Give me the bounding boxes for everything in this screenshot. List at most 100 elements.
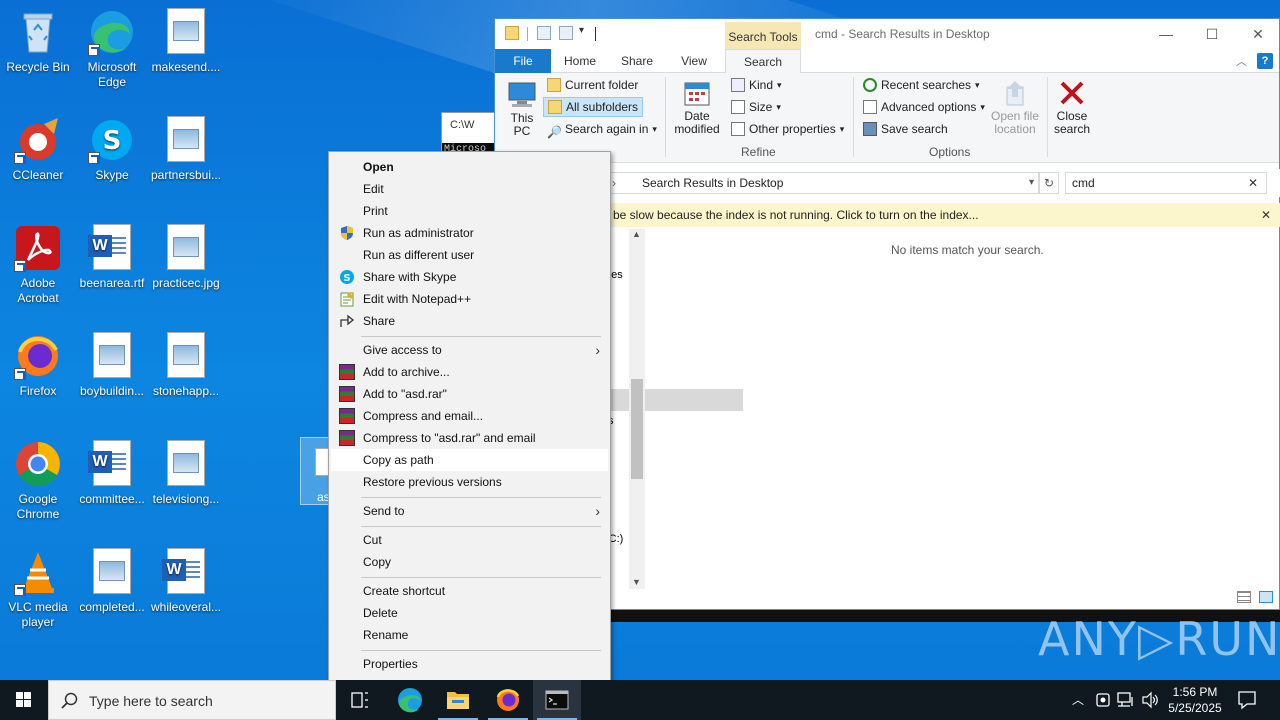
desktop-icon-makesend[interactable]: makesend.... [148,8,224,75]
refresh-icon[interactable]: ↻ [1039,172,1059,194]
task-view-button[interactable] [336,680,384,720]
desktop-icon-practicec[interactable]: practicec.jpg [148,224,224,291]
menu-item-send-to[interactable]: Send to › [331,500,608,522]
search-input[interactable]: cmd ✕ [1065,172,1267,194]
menu-item-run-as-administrator[interactable]: Run as administrator [331,222,608,244]
desktop-icon-stonehapp[interactable]: stonehapp... [148,332,224,399]
menu-item-run-as-different-user[interactable]: Run as different user [331,244,608,266]
address-dropdown-icon[interactable]: ▾ [1029,173,1034,193]
menu-item-delete[interactable]: Delete [331,602,608,624]
close-button[interactable]: ✕ [1235,19,1280,49]
notifications-icon[interactable] [1232,680,1262,720]
desktop-icon-whileoveral[interactable]: W whileoveral... [148,548,224,615]
other-properties-dropdown[interactable]: Other properties ▾ [731,119,844,139]
menu-item-compress-and-email[interactable]: Compress and email... [331,405,608,427]
desktop-icon-microsoft-edge[interactable]: Microsoft Edge [74,8,150,90]
kind-dropdown[interactable]: Kind ▾ [731,75,782,95]
desktop-icon-partnersbui[interactable]: partnersbui... [148,116,224,183]
tab-view[interactable]: View [669,49,719,73]
menu-item-copy[interactable]: Copy [331,551,608,573]
details-view-icon[interactable] [1237,591,1251,603]
tab-home[interactable]: Home [555,49,605,73]
tab-file[interactable]: File [495,49,551,73]
menu-item-restore-previous-versions[interactable]: Restore previous versions [331,471,608,493]
tray-device-icon[interactable] [1094,680,1112,720]
desktop-icon-boybuildin[interactable]: boybuildin... [74,332,150,399]
size-dropdown[interactable]: Size ▾ [731,97,781,117]
navigation-pane[interactable]: nes s ts s (C:) ▲ ▼ [605,229,743,589]
desktop-icon-adobe-acrobat[interactable]: Adobe Acrobat [0,224,76,306]
start-button[interactable] [0,680,48,720]
winrar-icon [339,386,355,402]
taskbar-search-box[interactable]: Type here to search [48,680,336,720]
menu-item-share-with-skype[interactable]: S Share with Skype [331,266,608,288]
taskbar-firefox[interactable] [484,680,532,720]
scroll-down-icon[interactable]: ▼ [632,577,641,587]
clock[interactable]: 1:56 PM 5/25/2025 [1162,680,1228,720]
show-hidden-icons-button[interactable]: ︿ [1068,680,1088,720]
menu-item-properties[interactable]: Properties [331,653,608,675]
maximize-button[interactable]: ☐ [1189,19,1235,49]
taskbar-command-prompt[interactable] [533,680,581,720]
nav-scrollbar[interactable]: ▲ ▼ [629,229,645,589]
close-search-button[interactable]: Close search [1051,79,1093,136]
dismiss-infobar-icon[interactable]: ✕ [1261,203,1271,227]
clear-search-icon[interactable]: ✕ [1248,173,1258,193]
desktop-icon-completed[interactable]: completed... [74,548,150,615]
network-icon[interactable] [1116,680,1136,720]
desktop-icon-televisiong[interactable]: televisiong... [148,440,224,507]
open-file-location-button[interactable]: Open file location [987,79,1043,136]
desktop-icon-skype[interactable]: S Skype [74,116,150,183]
new-folder-icon[interactable] [559,26,573,40]
tab-share[interactable]: Share [611,49,663,73]
desktop-icon-firefox[interactable]: Firefox [0,332,76,399]
menu-item-print[interactable]: Print [331,200,608,222]
desktop-icon-vlc[interactable]: VLC media player [0,548,76,630]
address-bar[interactable]: › Search Results in Desktop ▾ [605,172,1039,194]
taskbar-edge[interactable] [386,680,434,720]
cmd-window[interactable]: C:\W Microso [441,112,502,157]
desktop-icon-recycle-bin[interactable]: Recycle Bin [0,8,76,75]
advanced-options-dropdown[interactable]: Advanced options ▾ [863,97,985,117]
context-menu[interactable]: Open Edit Print Run as administrator Run… [328,151,611,681]
taskbar-file-explorer[interactable] [434,680,482,720]
save-search-button[interactable]: Save search [863,119,948,139]
menu-item-share[interactable]: Share [331,310,608,332]
this-pc-button[interactable]: This PC [505,81,539,138]
word-document-icon: W [88,224,136,272]
desktop-icon-google-chrome[interactable]: Google Chrome [0,440,76,522]
menu-item-open[interactable]: Open [331,156,608,178]
search-again-in-dropdown[interactable]: 🔎 Search again in ▾ [547,119,657,139]
desktop-icon-committee[interactable]: W committee... [74,440,150,507]
current-folder-button[interactable]: Current folder [547,75,638,95]
index-warning-bar[interactable]: be slow because the index is not running… [495,203,1280,227]
tab-search[interactable]: Search [725,49,801,74]
recent-searches-dropdown[interactable]: Recent searches ▾ [863,75,980,95]
minimize-button[interactable]: — [1143,19,1189,49]
nav-selected-row[interactable] [605,389,743,411]
menu-item-create-shortcut[interactable]: Create shortcut [331,580,608,602]
menu-item-edit[interactable]: Edit [331,178,608,200]
desktop-icon-ccleaner[interactable]: CCleaner [0,116,76,183]
menu-item-cut[interactable]: Cut [331,529,608,551]
menu-item-compress-to-asd-rar-and-email[interactable]: Compress to "asd.rar" and email [331,427,608,449]
all-subfolders-button[interactable]: All subfolders [543,97,644,117]
date-modified-dropdown[interactable]: Date modified [671,79,723,136]
file-explorer-window[interactable]: ▾ Search Tools cmd - Search Results in D… [494,18,1280,610]
menu-item-edit-with-notepad-plus-plus[interactable]: Edit with Notepad++ [331,288,608,310]
customize-quick-access-icon[interactable]: ▾ [579,25,584,36]
desktop-icon-beenarea[interactable]: W beenarea.rtf [74,224,150,291]
menu-item-rename[interactable]: Rename [331,624,608,646]
help-icon[interactable]: ? [1257,53,1273,69]
menu-item-add-to-archive[interactable]: Add to archive... [331,361,608,383]
scrollbar-thumb[interactable] [631,379,643,479]
menu-item-give-access-to[interactable]: Give access to › [331,339,608,361]
volume-icon[interactable] [1140,680,1160,720]
explorer-titlebar[interactable]: ▾ Search Tools cmd - Search Results in D… [495,19,1279,49]
menu-item-copy-as-path[interactable]: Copy as path [331,449,608,471]
large-icons-view-icon[interactable] [1259,591,1273,603]
menu-item-add-to-asd-rar[interactable]: Add to "asd.rar" [331,383,608,405]
collapse-ribbon-icon[interactable]: ︿ [1236,53,1247,69]
scroll-up-icon[interactable]: ▲ [632,229,641,239]
properties-icon[interactable] [537,26,551,40]
